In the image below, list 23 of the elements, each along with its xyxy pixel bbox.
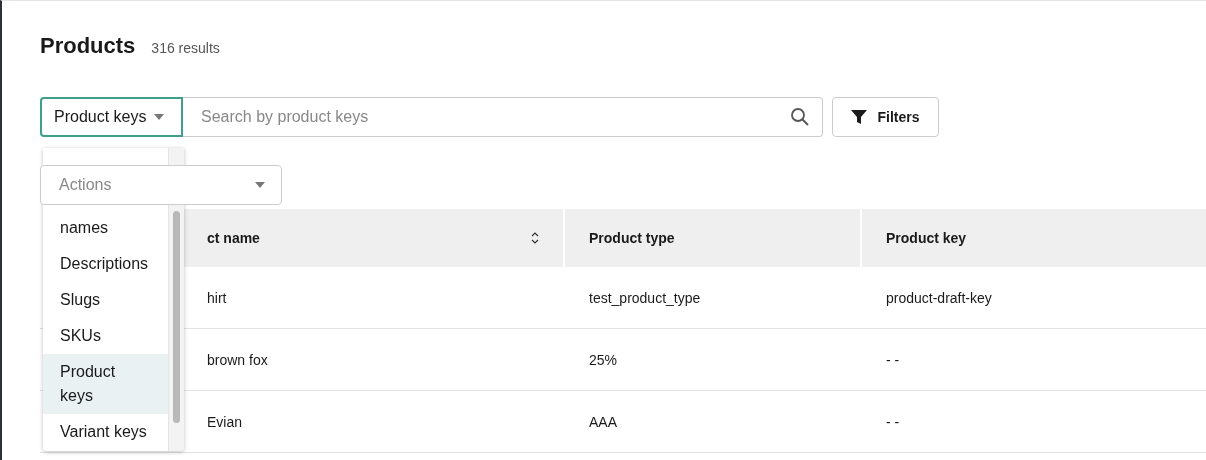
caret-icon [255, 182, 265, 188]
menu-item[interactable]: Product keys [43, 354, 168, 414]
table-cell-text: 25% [588, 350, 619, 370]
table-cell-text: AAA [588, 412, 618, 432]
actions-select[interactable]: Actions [40, 165, 282, 205]
caret-icon [154, 114, 165, 120]
result-count: 316 results [151, 40, 220, 56]
search-box[interactable]: Search by product keys [183, 97, 823, 137]
column-header[interactable]: ct name [183, 209, 563, 267]
search-icon [790, 107, 810, 127]
column-header: Product type [565, 209, 860, 267]
page-title: Products [40, 33, 136, 59]
column-header: Product key [862, 209, 1206, 267]
table-cell-text: brown fox [206, 350, 269, 370]
table-cell-text: test_product_type [588, 288, 702, 308]
filters-button[interactable]: Filters [832, 97, 939, 137]
table-cell-text: - - [885, 350, 901, 370]
search-scope-select[interactable]: Product keys [40, 97, 183, 137]
table-cell-text: Evian [206, 412, 244, 432]
table-cell-text: product-draft-key [885, 288, 993, 308]
table-cell-text: hirt [206, 288, 228, 308]
table-cell-text: - - [885, 412, 901, 432]
filter-icon [851, 109, 868, 125]
